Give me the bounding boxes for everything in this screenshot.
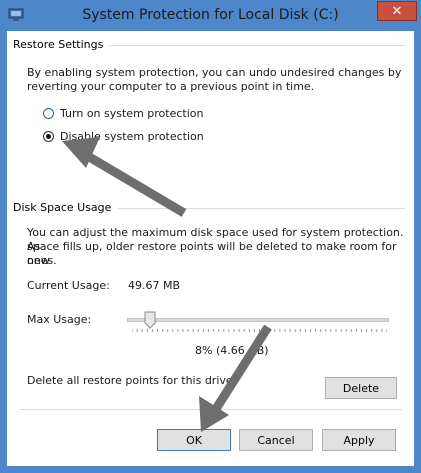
radio-disable-label: Disable system protection (60, 130, 204, 143)
button-divider (19, 409, 403, 410)
radio-turn-on[interactable]: Turn on system protection (43, 106, 243, 122)
current-usage-value: 49.67 MB (128, 279, 181, 292)
radio-disable-circle[interactable] (43, 131, 54, 142)
delete-button[interactable]: Delete (325, 377, 397, 399)
current-usage-label: Current Usage: (27, 279, 110, 292)
max-usage-slider-thumb[interactable] (144, 311, 156, 329)
radio-turn-on-circle[interactable] (43, 108, 54, 119)
apply-button[interactable]: Apply (322, 429, 396, 451)
radio-turn-on-label: Turn on system protection (60, 107, 204, 120)
title-bar[interactable]: System Protection for Local Disk (C:) ✕ (0, 0, 421, 32)
close-icon: ✕ (391, 3, 403, 19)
slider-ticks (132, 329, 387, 332)
disk-space-description-line3: ones. (27, 254, 57, 267)
close-button[interactable]: ✕ (377, 1, 417, 21)
radio-disable[interactable]: Disable system protection (43, 129, 243, 145)
restore-settings-description-line2: reverting your computer to a previous po… (27, 80, 315, 93)
restore-settings-description-line1: By enabling system protection, you can u… (27, 66, 402, 79)
ok-button[interactable]: OK (157, 429, 231, 451)
max-usage-slider-track[interactable] (127, 318, 389, 322)
delete-description: Delete all restore points for this drive… (27, 374, 237, 387)
cancel-button[interactable]: Cancel (239, 429, 313, 451)
window-title: System Protection for Local Disk (C:) (82, 7, 339, 23)
disk-space-description-line2: space fills up, older restore points wil… (27, 240, 397, 267)
restore-settings-label: Restore Settings (13, 38, 110, 51)
max-usage-value: 8% (4.66 GB) (195, 344, 269, 357)
max-usage-label: Max Usage: (27, 313, 92, 326)
window-frame: System Protection for Local Disk (C:) ✕ … (0, 0, 421, 473)
disk-space-label: Disk Space Usage (13, 201, 118, 214)
dialog-body: Restore Settings By enabling system prot… (7, 31, 414, 466)
